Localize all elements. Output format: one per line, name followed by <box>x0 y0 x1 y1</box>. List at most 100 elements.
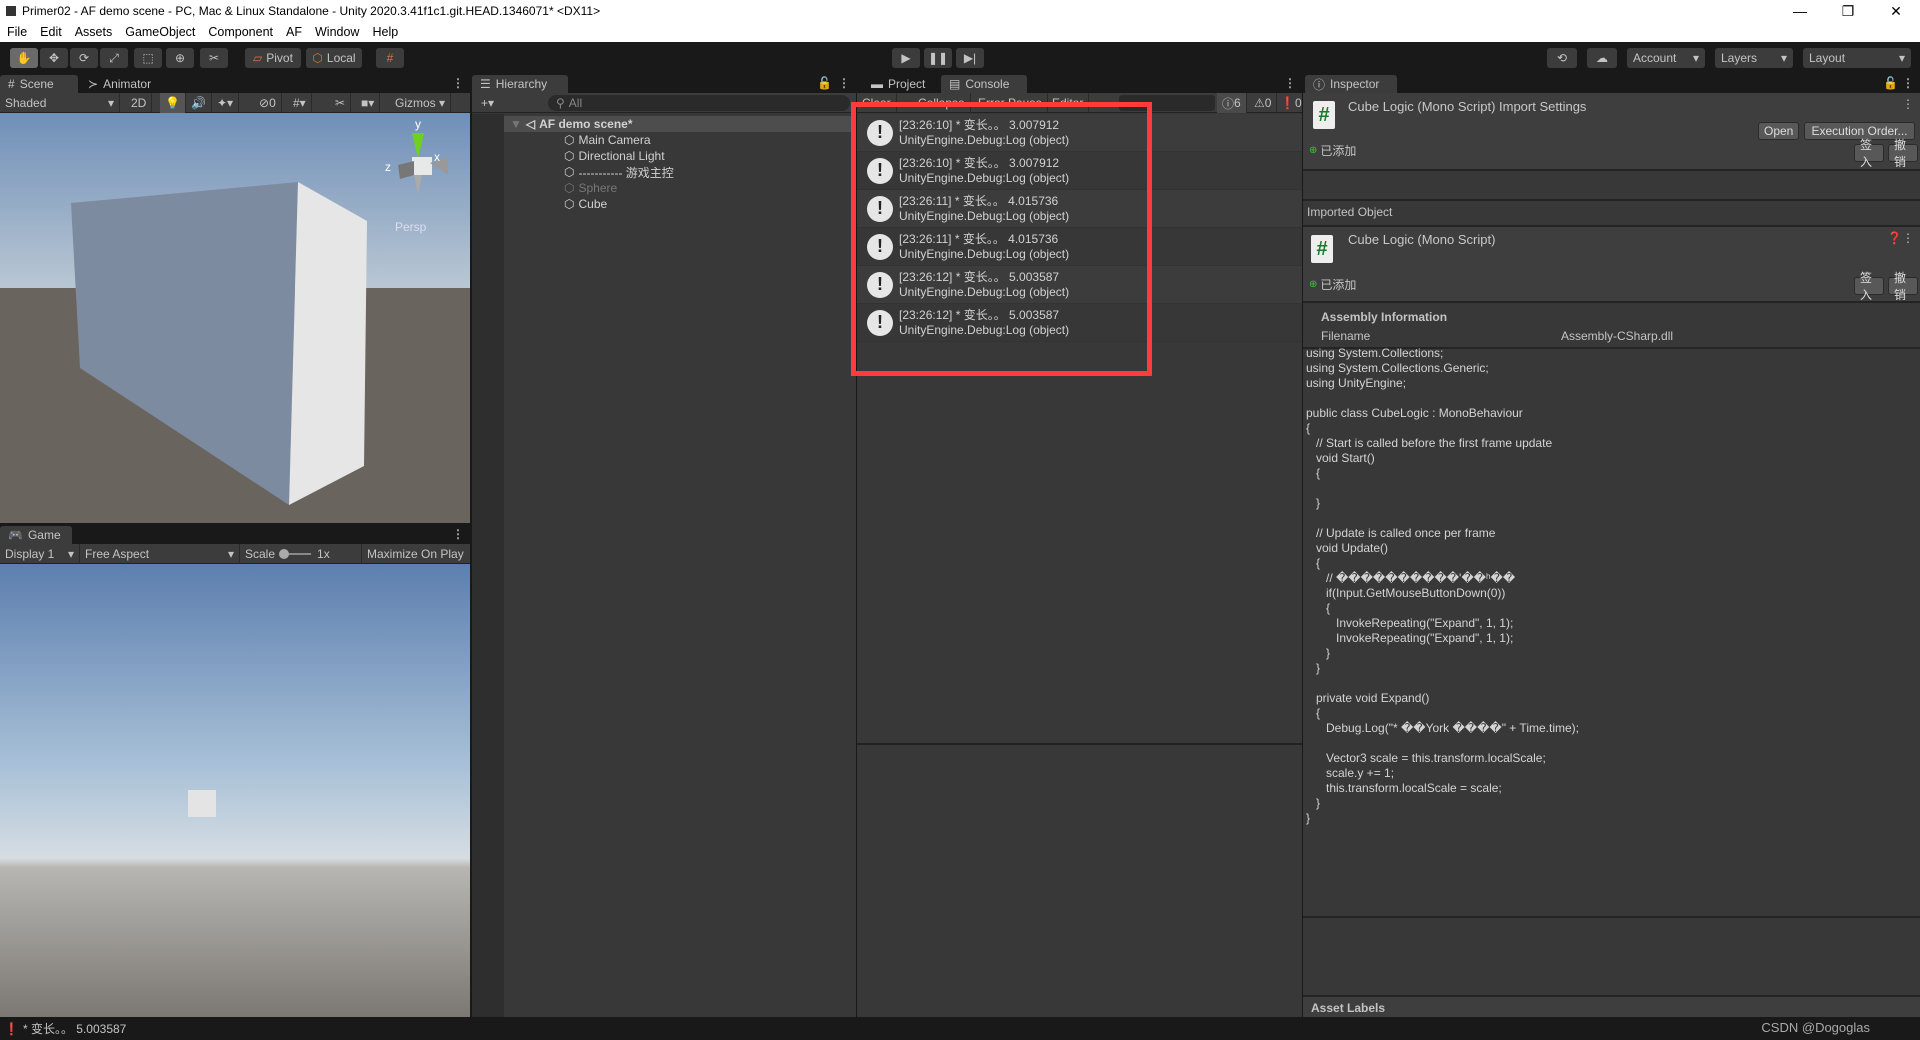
csharp-script-icon: # <box>1311 235 1333 263</box>
display-dropdown[interactable]: Display 1 ▾ <box>0 544 80 564</box>
hierarchy-search-input[interactable]: ⚲ All <box>548 95 850 111</box>
menu-window[interactable]: Window <box>315 25 359 39</box>
scale-slider[interactable]: Scale 1x <box>240 544 362 564</box>
create-dropdown[interactable]: +▾ <box>476 93 499 113</box>
shading-dropdown[interactable]: Shaded ▾ <box>0 93 120 113</box>
hierarchy-item-disabled[interactable]: ⬡ Sphere <box>504 180 856 196</box>
menu-assets[interactable]: Assets <box>75 25 113 39</box>
tab-animator[interactable]: ≻ Animator <box>80 75 159 93</box>
menu-gameobject[interactable]: GameObject <box>125 25 195 39</box>
checkin-button[interactable]: 签入 <box>1854 271 1884 302</box>
persp-label[interactable]: Persp <box>395 220 427 234</box>
error-filter-toggle[interactable]: ❗ 0 <box>1275 93 1307 113</box>
grid-dropdown-icon[interactable]: #▾ <box>288 93 312 113</box>
account-dropdown[interactable]: Account ▾ <box>1627 48 1705 68</box>
menu-help[interactable]: Help <box>372 25 398 39</box>
hand-tool-icon[interactable]: ✋ <box>10 48 38 68</box>
collab-icon[interactable]: ⟲ <box>1547 48 1577 68</box>
menu-file[interactable]: File <box>7 25 27 39</box>
aspect-dropdown[interactable]: Free Aspect ▾ <box>80 544 240 564</box>
window-title: Primer02 - AF demo scene - PC, Mac & Lin… <box>22 4 601 18</box>
panel-menu-icon[interactable]: ⋮ <box>452 76 464 90</box>
console-splitter[interactable] <box>857 743 1302 745</box>
component-menu-icon[interactable]: ⋮ <box>1902 97 1914 111</box>
status-bar[interactable]: ❗ * 变长。。 5.003587 CSDN @Dogoglas <box>0 1017 1920 1040</box>
gizmos-label: Gizmos <box>395 96 436 110</box>
local-toggle[interactable]: ⬡ Local <box>306 48 362 68</box>
transform-tool-icon[interactable]: ⊕ <box>166 48 194 68</box>
scene-view[interactable]: y x z Persp <box>0 113 470 523</box>
lock-icon[interactable]: 🔓 <box>1883 76 1898 90</box>
slider-track[interactable] <box>279 549 312 559</box>
menu-edit[interactable]: Edit <box>40 25 62 39</box>
menu-af[interactable]: AF <box>286 25 302 39</box>
hidden-count: 0 <box>269 96 276 110</box>
rect-tool-icon[interactable]: ⬚ <box>134 48 162 68</box>
folder-icon: ▬ <box>871 77 883 91</box>
tab-scene[interactable]: # Scene <box>0 75 78 93</box>
game-view[interactable] <box>0 564 470 1017</box>
asset-labels-bar[interactable]: Asset Labels <box>1303 995 1920 1017</box>
tab-console[interactable]: ▤ Console <box>941 75 1027 93</box>
hierarchy-item[interactable]: ⬡ Cube <box>504 196 856 212</box>
game-cube <box>188 790 216 817</box>
2d-toggle[interactable]: 2D <box>126 93 153 113</box>
warning-count: 0 <box>1264 96 1272 110</box>
gizmos-dropdown[interactable]: Gizmos ▾ <box>390 93 452 113</box>
layers-dropdown[interactable]: Layers ▾ <box>1715 48 1793 68</box>
console-icon: ▤ <box>949 77 961 91</box>
panel-menu-icon[interactable]: ⋮ <box>452 527 464 541</box>
unity-logo-icon <box>6 6 16 16</box>
panel-menu-icon[interactable]: ⋮ <box>1902 76 1914 90</box>
audio-toggle-icon[interactable]: 🔊 <box>186 93 212 113</box>
pivot-toggle[interactable]: ▱ Pivot <box>245 48 301 68</box>
chevron-down-icon: ▾ <box>1780 51 1787 65</box>
restore-button[interactable]: ❐ <box>1828 0 1868 22</box>
panel-menu-icon[interactable]: ⋮ <box>838 76 850 90</box>
move-tool-icon[interactable]: ✥ <box>40 48 68 68</box>
pause-button[interactable]: ❚❚ <box>924 48 952 68</box>
hidden-objects-toggle[interactable]: ⊘ 0 <box>254 93 282 113</box>
account-label: Account <box>1633 51 1677 65</box>
lock-icon[interactable]: 🔓 <box>817 76 832 90</box>
play-button[interactable]: ▶ <box>892 48 920 68</box>
effects-dropdown-icon[interactable]: ✦▾ <box>212 93 240 113</box>
tools-icon[interactable]: ✂ <box>330 93 352 113</box>
warning-filter-toggle[interactable]: ⚠ 0 <box>1249 93 1278 113</box>
rotate-tool-icon[interactable]: ⟳ <box>70 48 98 68</box>
open-button[interactable]: Open <box>1758 122 1800 140</box>
lighting-toggle-icon[interactable]: 💡 <box>160 93 186 113</box>
cloud-icon[interactable]: ☁ <box>1587 48 1617 68</box>
menu-component[interactable]: Component <box>208 25 273 39</box>
maximize-on-play-toggle[interactable]: Maximize On Play <box>362 544 470 564</box>
component-menu-icon[interactable]: ⋮ <box>1902 231 1914 245</box>
revert-button[interactable]: 撤销 <box>1888 271 1918 302</box>
scale-tool-icon[interactable]: ⤢ <box>100 48 128 68</box>
layout-dropdown[interactable]: Layout ▾ <box>1803 48 1911 68</box>
tab-project[interactable]: ▬ Project <box>863 75 933 93</box>
hierarchy-item[interactable]: ⬡ Main Camera <box>504 132 856 148</box>
warning-icon: ⚠ <box>1254 96 1265 110</box>
scene-root-row[interactable]: ▼ ◁ AF demo scene* <box>504 116 856 132</box>
import-settings-header: # Cube Logic (Mono Script) Import Settin… <box>1303 93 1920 169</box>
tab-label: Animator <box>103 77 152 91</box>
custom-tool-icon[interactable]: ✂ <box>200 48 228 68</box>
tab-game[interactable]: 🎮 Game <box>0 526 72 544</box>
tab-hierarchy[interactable]: ☰ Hierarchy <box>472 75 568 93</box>
log-filter-toggle[interactable]: ⓘ 6 <box>1217 93 1247 113</box>
hierarchy-toolbar: +▾ ⚲ All <box>472 93 856 113</box>
revert-button[interactable]: 撤销 <box>1888 138 1918 169</box>
hierarchy-item[interactable]: ⬡ ----------- 游戏主控 <box>504 164 856 180</box>
filename-value: Assembly-CSharp.dll <box>1561 329 1674 343</box>
step-button[interactable]: ▶| <box>956 48 984 68</box>
snap-grid-icon[interactable]: # <box>376 48 404 68</box>
minimize-button[interactable]: — <box>1780 0 1820 22</box>
checkin-button[interactable]: 签入 <box>1854 138 1884 169</box>
hierarchy-item[interactable]: ⬡ Directional Light <box>504 148 856 164</box>
close-button[interactable]: ✕ <box>1876 0 1916 22</box>
help-icon[interactable]: ❓ <box>1887 231 1902 245</box>
main-toolbar: ✋ ✥ ⟳ ⤢ ⬚ ⊕ ✂ ▱ Pivot ⬡ Local # ▶ ❚❚ ▶| ⟲ … <box>0 42 1920 74</box>
panel-menu-icon[interactable]: ⋮ <box>1284 76 1296 90</box>
tab-inspector[interactable]: ⓘ Inspector <box>1305 75 1397 93</box>
camera-dropdown-icon[interactable]: ■▾ <box>356 93 381 113</box>
